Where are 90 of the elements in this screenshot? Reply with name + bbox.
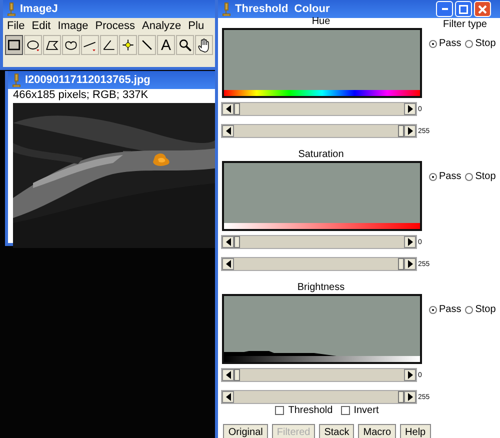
scroll-left-button[interactable] [222,103,234,115]
scrollbar[interactable] [221,235,417,249]
tool-button[interactable] [5,35,23,55]
scroll-left-button[interactable] [222,236,234,248]
microscope-icon [11,73,21,87]
left-arrow-icon [226,393,230,401]
left-arrow-icon [226,371,230,379]
checkbox-label: Threshold [288,405,333,416]
radio-label: Stop [475,304,496,315]
filter-type-label: Filter type [442,18,488,32]
menu-item[interactable]: File [7,20,25,32]
channel-label: Brightness [296,284,346,294]
right-arrow-icon [408,393,412,401]
slider-thumb[interactable] [234,103,240,115]
scroll-right-button[interactable] [404,236,416,248]
window-title: I20090117112013765.jpg [25,74,150,86]
radio-button[interactable] [429,172,437,180]
microscope-icon [6,2,16,16]
left-arrow-icon [226,260,230,268]
slider-thumb[interactable] [398,258,404,270]
scroll-right-button[interactable] [404,369,416,381]
radio-label: Stop [475,38,496,49]
right-arrow-icon [408,105,412,113]
minimize-icon [442,8,448,10]
radio-button[interactable] [429,306,437,314]
close-icon [478,4,487,14]
tool-button[interactable] [62,35,80,55]
scroll-right-button[interactable] [404,103,416,115]
scrollbar[interactable] [221,102,417,116]
scroll-left-button[interactable] [222,258,234,270]
scroll-left-button[interactable] [222,391,234,403]
image-info: 466x185 pixels; RGB; 337K [12,89,150,101]
slider-thumb[interactable] [398,125,404,137]
channel-label: Hue [310,18,332,28]
push-button[interactable]: Help [400,424,431,438]
radio-button[interactable] [465,306,474,314]
left-arrow-icon [226,238,230,246]
checkbox[interactable] [340,406,350,415]
hand-icon [196,36,212,54]
scrollbar[interactable] [221,257,417,271]
radio-label: Pass [439,38,462,49]
checkbox[interactable] [275,406,284,415]
scroll-left-button[interactable] [222,125,234,137]
menu-item[interactable]: Analyze [142,20,182,32]
microscope-icon [221,2,231,16]
scrollbar[interactable] [221,124,417,138]
scroll-right-button[interactable] [404,125,416,137]
right-arrow-icon [408,238,412,246]
window-title: Threshold Colour [235,3,330,15]
tool-button[interactable] [176,35,194,55]
maximize-button[interactable] [455,1,472,17]
slider-thumb[interactable] [234,236,240,248]
radio-label: Pass [439,304,462,315]
right-arrow-icon [408,371,412,379]
push-button[interactable]: Original [223,424,268,438]
channel-label: Saturation [297,151,345,161]
right-arrow-icon [408,260,412,268]
scroll-right-button[interactable] [404,391,416,403]
minimize-button[interactable] [436,1,453,17]
radio-label: Stop [475,171,496,182]
tool-button[interactable] [24,35,42,55]
window-title: ImageJ [20,3,58,15]
left-arrow-icon [226,127,230,135]
menu-item[interactable]: Image [58,20,88,32]
slider-thumb[interactable] [234,369,240,381]
tool-button[interactable] [81,35,99,55]
text-tool-button[interactable]: A [157,35,175,55]
radio-button[interactable] [465,172,474,180]
tool-button[interactable] [43,35,61,55]
radio-button[interactable] [429,40,437,48]
scroll-left-button[interactable] [222,369,234,381]
slider-thumb[interactable] [398,391,404,403]
scroll-right-button[interactable] [404,258,416,270]
tool-button[interactable] [100,35,118,55]
right-arrow-icon [408,127,412,135]
tool-button[interactable] [195,35,213,55]
menu-item[interactable]: Plu [188,20,204,32]
checkbox-label: Invert [354,405,379,416]
radio-button[interactable] [465,40,474,48]
maximize-icon [459,4,468,14]
radio-label: Pass [439,171,462,182]
left-arrow-icon [226,105,230,113]
scrollbar[interactable] [221,390,417,404]
push-button[interactable]: Stack [319,424,354,438]
tool-button[interactable] [119,35,137,55]
menu-item[interactable]: Process [95,20,136,32]
push-button[interactable]: Macro [358,424,396,438]
close-button[interactable] [474,1,491,17]
menu-item[interactable]: Edit [32,20,51,32]
scrollbar[interactable] [221,368,417,382]
